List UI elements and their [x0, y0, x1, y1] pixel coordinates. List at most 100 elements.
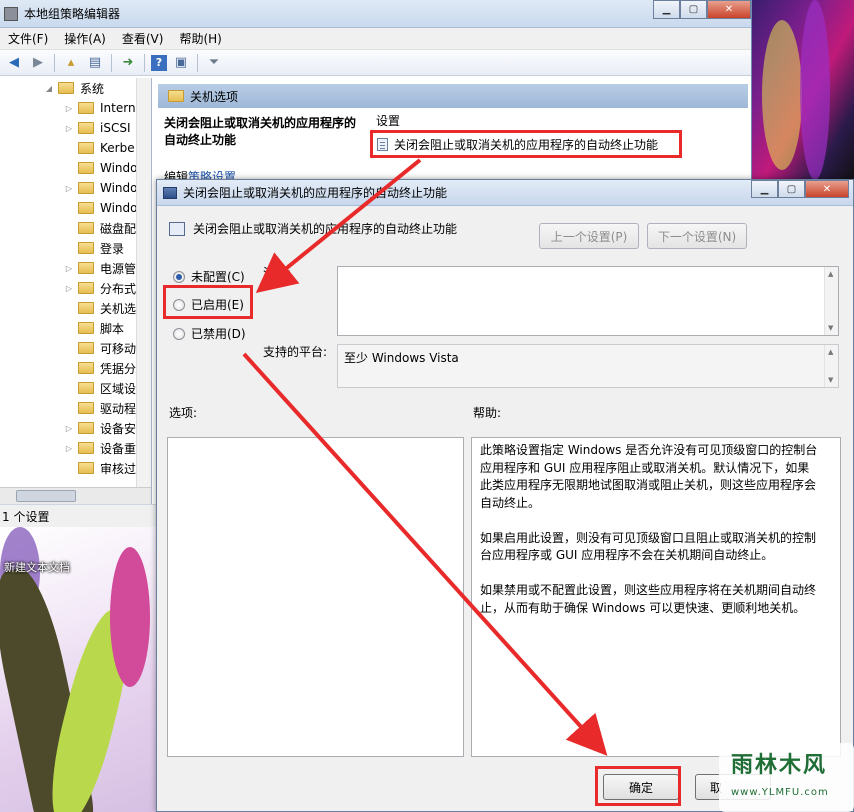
- dialog-close-button[interactable]: ✕: [805, 180, 849, 198]
- policy-setting-dialog: 关闭会阻止或取消关机的应用程序的自动终止功能 ▁ ▢ ✕ 关闭会阻止或取消关机的…: [156, 179, 854, 812]
- dialog-titlebar[interactable]: 关闭会阻止或取消关机的应用程序的自动终止功能: [157, 180, 853, 206]
- folder-icon: [78, 242, 94, 254]
- radio-disabled[interactable]: 已禁用(D): [173, 325, 246, 342]
- next-setting-button[interactable]: 下一个设置(N): [647, 223, 747, 249]
- properties-icon[interactable]: ▣: [171, 53, 191, 73]
- collapsed-arrow-icon[interactable]: ▷: [64, 184, 74, 193]
- tree-item[interactable]: ◢ 系统: [0, 78, 151, 98]
- settings-column-header[interactable]: 设置: [376, 112, 400, 129]
- tree-item[interactable]: ▷ 设备重: [0, 438, 151, 458]
- up-folder-icon[interactable]: ▴: [61, 53, 81, 73]
- main-titlebar[interactable]: 本地组策略编辑器: [0, 0, 751, 28]
- menu-help[interactable]: 帮助(H): [179, 30, 221, 47]
- comment-scrollbar[interactable]: ▲ ▼: [824, 267, 838, 335]
- tree-item[interactable]: ▷ Intern: [0, 98, 151, 118]
- dialog-policy-row: 关闭会阻止或取消关机的应用程序的自动终止功能: [169, 220, 457, 237]
- site-watermark: 雨林木风 www.YLMFU.com: [719, 743, 854, 812]
- tree-item[interactable]: ▷ iSCSI: [0, 118, 151, 138]
- setting-row-label: 关闭会阻止或取消关机的应用程序的自动终止功能: [394, 137, 659, 152]
- tree-item-label: 电源管: [100, 261, 137, 276]
- help-label: 帮助:: [473, 406, 502, 420]
- tree-item-label: Windo: [100, 201, 138, 215]
- dialog-maximize-button[interactable]: ▢: [778, 180, 805, 198]
- back-icon[interactable]: ◀: [4, 53, 24, 73]
- collapsed-arrow-icon[interactable]: ▷: [64, 424, 74, 433]
- help-icon[interactable]: ?: [151, 54, 167, 71]
- tree-item-label: 审核过: [100, 461, 137, 476]
- tree-item[interactable]: 磁盘配: [0, 218, 151, 238]
- collapsed-arrow-icon[interactable]: ▷: [64, 284, 74, 293]
- maximize-button[interactable]: ▢: [680, 0, 707, 19]
- tree-item[interactable]: ▷ 电源管: [0, 258, 151, 278]
- tree-item-label: Kerbe: [100, 141, 135, 155]
- ok-highlight-box: [595, 766, 681, 806]
- tree-item[interactable]: 驱动程: [0, 398, 151, 418]
- minimize-button[interactable]: ▁: [653, 0, 680, 19]
- radio-not-configured[interactable]: 未配置(C): [173, 268, 245, 285]
- desktop-wallpaper-lower: 新建文本文档: [0, 527, 156, 812]
- folder-icon: [78, 302, 94, 314]
- tree-item[interactable]: Kerbe: [0, 138, 151, 158]
- collapsed-arrow-icon[interactable]: ▷: [64, 444, 74, 453]
- expanded-arrow-icon[interactable]: ◢: [44, 84, 54, 93]
- window-title: 本地组策略编辑器: [24, 7, 121, 21]
- toolbar-separator: [111, 53, 112, 72]
- supported-scrollbar[interactable]: ▲ ▼: [824, 345, 838, 387]
- show-hide-tree-icon[interactable]: ▤: [85, 53, 105, 73]
- tree-vertical-scrollbar[interactable]: [136, 78, 151, 487]
- forward-icon[interactable]: ▶: [28, 53, 48, 73]
- collapsed-arrow-icon[interactable]: ▷: [64, 124, 74, 133]
- policy-icon: [169, 221, 185, 236]
- tree-item[interactable]: Windo: [0, 198, 151, 218]
- tree-item[interactable]: 脚本: [0, 318, 151, 338]
- tree-item[interactable]: 登录: [0, 238, 151, 258]
- close-button[interactable]: ✕: [707, 0, 751, 19]
- radio-disabled-dot[interactable]: [173, 327, 185, 340]
- window-controls: ▁ ▢ ✕: [653, 0, 751, 19]
- comment-textbox[interactable]: ▲ ▼: [337, 266, 839, 336]
- desktop-wallpaper: [752, 0, 854, 182]
- export-list-icon[interactable]: ➜: [118, 53, 138, 73]
- menu-file[interactable]: 文件(F): [8, 30, 48, 47]
- folder-icon: [78, 362, 94, 374]
- policy-folder-title: 关机选项: [190, 89, 239, 104]
- tree-item-label: 登录: [100, 241, 125, 256]
- tree-item-label: 设备重: [100, 441, 137, 456]
- tree-item-label: Windo: [100, 161, 138, 175]
- policy-folder-header: 关机选项: [158, 84, 748, 108]
- menu-action[interactable]: 操作(A): [64, 30, 106, 47]
- tree-item[interactable]: ▷ Windo: [0, 178, 151, 198]
- previous-setting-button[interactable]: 上一个设置(P): [539, 223, 639, 249]
- policy-setting-icon: [377, 137, 388, 151]
- supported-platforms-label: 支持的平台:: [263, 345, 328, 359]
- collapsed-arrow-icon[interactable]: ▷: [64, 104, 74, 113]
- wallpaper-shape: [110, 547, 150, 687]
- tree-item[interactable]: 审核过: [0, 458, 151, 478]
- tree-item-label: iSCSI: [100, 121, 131, 135]
- tree-item[interactable]: 区域设: [0, 378, 151, 398]
- tree-item[interactable]: ▷ 分布式: [0, 278, 151, 298]
- scrollbar-thumb[interactable]: [16, 490, 76, 502]
- tree-item-label: 磁盘配: [100, 221, 137, 236]
- tree-item[interactable]: ▷ 设备安: [0, 418, 151, 438]
- watermark-url: www.YLMFU.com: [731, 787, 829, 798]
- menu-bar: 文件(F) 操作(A) 查看(V) 帮助(H): [0, 28, 751, 50]
- dialog-minimize-button[interactable]: ▁: [751, 180, 778, 198]
- desktop-icon-label[interactable]: 新建文本文档: [4, 561, 70, 575]
- radio-not-configured-dot[interactable]: [173, 270, 185, 283]
- collapsed-arrow-icon[interactable]: ▷: [64, 264, 74, 273]
- help-text: 此策略设置指定 Windows 是否允许没有可见顶级窗口的控制台应用程序和 GU…: [480, 443, 818, 615]
- folder-icon: [78, 142, 94, 154]
- setting-row-selected[interactable]: 关闭会阻止或取消关机的应用程序的自动终止功能: [370, 130, 682, 158]
- tree-item[interactable]: Windo: [0, 158, 151, 178]
- enabled-highlight-box: [163, 285, 253, 319]
- filter-icon[interactable]: ⏷: [204, 53, 224, 73]
- menu-view[interactable]: 查看(V): [122, 30, 164, 47]
- folder-icon: [78, 462, 94, 474]
- options-label: 选项:: [169, 406, 198, 420]
- tree-item[interactable]: 关机选: [0, 298, 151, 318]
- tree-horizontal-scrollbar[interactable]: [0, 487, 151, 504]
- folder-icon: [78, 442, 94, 454]
- tree-item[interactable]: 可移动: [0, 338, 151, 358]
- tree-item[interactable]: 凭据分: [0, 358, 151, 378]
